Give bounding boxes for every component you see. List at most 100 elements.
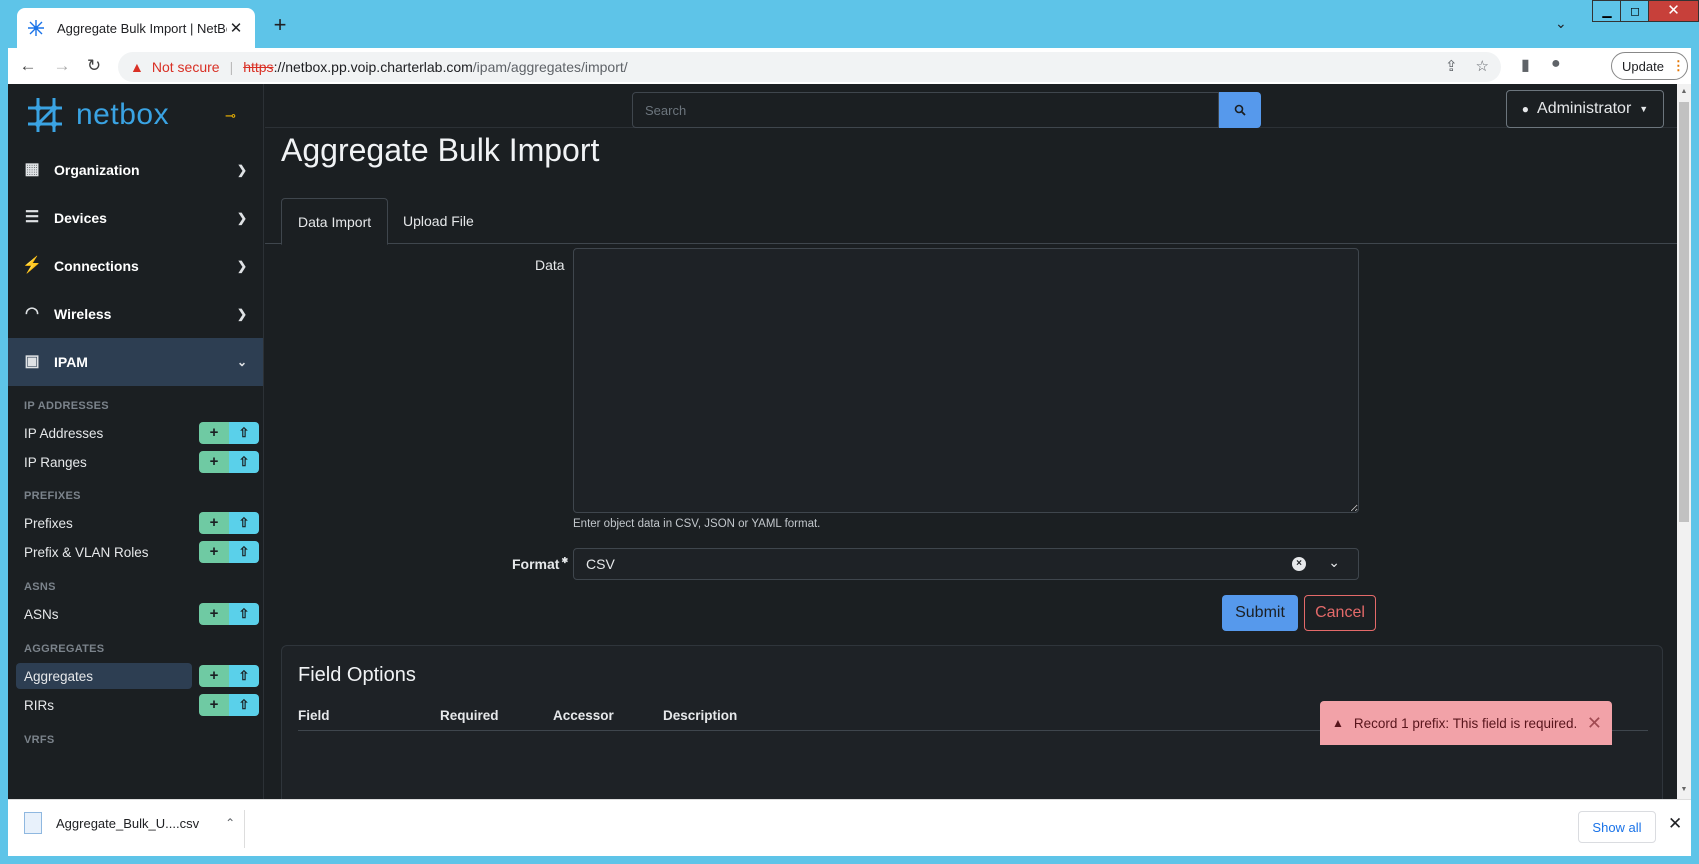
import-icon[interactable]: ⇧ — [229, 665, 259, 687]
user-label: Administrator — [1537, 100, 1632, 117]
import-tabs: Data Import Upload File — [265, 198, 1685, 245]
format-selected-value: CSV — [586, 556, 615, 572]
menu-label: Wireless — [54, 306, 112, 322]
search-input[interactable] — [632, 92, 1219, 128]
add-icon[interactable]: + — [199, 603, 229, 625]
netbox-page: netbox ⊸ ▦ Organization ❯ ☰ Devices ❯ ⚡ … — [8, 84, 1685, 799]
building-icon: ▦ — [24, 161, 40, 178]
share-icon[interactable]: ⇪ — [1445, 57, 1458, 75]
update-label: Update — [1622, 58, 1664, 74]
item-actions: + ⇧ — [199, 422, 259, 444]
ipam-icon: ▣ — [24, 353, 40, 370]
chevron-up-icon[interactable]: ⌃ — [225, 816, 235, 830]
import-icon[interactable]: ⇧ — [229, 541, 259, 563]
download-item[interactable]: Aggregate_Bulk_U....csv ⌃ — [24, 812, 235, 834]
side-panel-icon[interactable]: ▮ — [1521, 55, 1530, 75]
import-icon[interactable]: ⇧ — [229, 512, 259, 534]
chevron-down-icon[interactable]: ⌄ — [1328, 554, 1340, 571]
data-textarea[interactable] — [573, 248, 1359, 513]
sidebar: netbox ⊸ ▦ Organization ❯ ☰ Devices ❯ ⚡ … — [8, 84, 264, 799]
add-icon[interactable]: + — [199, 451, 229, 473]
search-button[interactable] — [1219, 92, 1261, 128]
item-actions: + ⇧ — [199, 451, 259, 473]
menu-ipam[interactable]: ▣ IPAM ⌄ — [8, 338, 263, 386]
browser-tab[interactable]: Aggregate Bulk Import | NetBox ✕ — [17, 8, 255, 48]
sidebar-item-asns[interactable]: ASNs — [16, 601, 192, 627]
security-label[interactable]: Not secure — [152, 59, 220, 75]
import-icon[interactable]: ⇧ — [229, 694, 259, 716]
import-icon[interactable]: ⇧ — [229, 422, 259, 444]
add-icon[interactable]: + — [199, 422, 229, 444]
forward-arrow-icon[interactable]: → — [50, 54, 74, 78]
toast-close-icon[interactable]: ✕ — [1587, 713, 1602, 734]
add-icon[interactable]: + — [199, 694, 229, 716]
column-header-accessor: Accessor — [553, 708, 614, 723]
chevron-right-icon: ❯ — [236, 259, 247, 273]
profile-avatar-icon[interactable]: ● — [1551, 55, 1561, 73]
sidebar-item-ip-addresses[interactable]: IP Addresses — [16, 420, 192, 446]
download-bar-close-icon[interactable]: ✕ — [1668, 814, 1682, 834]
sidebar-item-prefixes[interactable]: Prefixes — [16, 510, 192, 536]
show-all-button[interactable]: Show all — [1578, 811, 1656, 843]
cancel-button[interactable]: Cancel — [1304, 595, 1376, 631]
menu-connections[interactable]: ⚡ Connections ❯ — [8, 242, 263, 290]
data-help-text: Enter object data in CSV, JSON or YAML f… — [573, 518, 821, 530]
update-button[interactable]: Update ⋮ — [1611, 52, 1688, 80]
window-maximize-button[interactable]: ◻ — [1620, 0, 1650, 22]
top-navbar: ● Administrator ▼ — [265, 84, 1685, 128]
item-actions: + ⇧ — [199, 603, 259, 625]
download-filename: Aggregate_Bulk_U....csv — [56, 815, 200, 831]
data-label: Data — [535, 257, 565, 273]
add-icon[interactable]: + — [199, 665, 229, 687]
bookmark-star-icon[interactable]: ☆ — [1476, 57, 1489, 75]
item-actions: + ⇧ — [199, 694, 259, 716]
new-tab-button[interactable]: + — [268, 12, 292, 38]
pin-sidebar-icon[interactable]: ⊸ — [225, 108, 236, 124]
page-scrollbar[interactable]: ▲ ▼ — [1677, 84, 1691, 799]
menu-dots-icon: ⋮ — [1671, 58, 1685, 73]
sidebar-item-rirs[interactable]: RIRs — [16, 692, 192, 718]
sidebar-item-aggregates[interactable]: Aggregates — [16, 663, 192, 689]
menu-devices[interactable]: ☰ Devices ❯ — [8, 194, 263, 242]
url-path: /ipam/aggregates/import/ — [472, 59, 628, 75]
menu-label: Organization — [54, 162, 140, 178]
format-select[interactable]: CSV × ⌄ — [573, 548, 1359, 580]
import-icon[interactable]: ⇧ — [229, 603, 259, 625]
add-icon[interactable]: + — [199, 541, 229, 563]
item-actions: + ⇧ — [199, 541, 259, 563]
url-scheme: https — [243, 59, 274, 75]
warning-icon[interactable]: ▲ — [130, 59, 144, 75]
netbox-logo[interactable]: netbox — [24, 94, 169, 136]
submit-button[interactable]: Submit — [1222, 595, 1298, 631]
clear-selection-icon[interactable]: × — [1292, 557, 1306, 571]
chevron-down-icon: ⌄ — [236, 355, 247, 369]
import-icon[interactable]: ⇧ — [229, 451, 259, 473]
tab-search-chevron-icon[interactable]: ⌄ — [1555, 15, 1567, 32]
menu-organization[interactable]: ▦ Organization ❯ — [8, 146, 263, 194]
chevron-right-icon: ❯ — [236, 211, 247, 225]
search-icon — [1234, 104, 1246, 116]
tab-upload-file[interactable]: Upload File — [387, 198, 490, 244]
error-toast: ▲ Record 1 prefix: This field is require… — [1320, 701, 1612, 745]
file-icon — [24, 812, 42, 834]
add-icon[interactable]: + — [199, 512, 229, 534]
reload-icon[interactable]: ↻ — [82, 54, 106, 78]
item-actions: + ⇧ — [199, 665, 259, 687]
menu-wireless[interactable]: ◠ Wireless ❯ — [8, 290, 263, 338]
card-title: Field Options — [298, 664, 416, 686]
server-icon: ☰ — [24, 209, 40, 226]
scroll-up-arrow-icon[interactable]: ▲ — [1679, 88, 1689, 95]
section-heading: PREFIXES — [24, 490, 81, 502]
window-minimize-button[interactable]: ▁ — [1592, 0, 1622, 22]
scroll-thumb[interactable] — [1679, 102, 1689, 522]
sidebar-item-ip-ranges[interactable]: IP Ranges — [16, 449, 192, 475]
tab-close-icon[interactable]: ✕ — [227, 19, 245, 37]
scroll-down-arrow-icon[interactable]: ▼ — [1679, 786, 1689, 793]
user-menu-button[interactable]: ● Administrator ▼ — [1506, 90, 1664, 128]
back-arrow-icon[interactable]: ← — [16, 54, 40, 78]
tab-data-import[interactable]: Data Import — [281, 198, 389, 245]
sidebar-item-prefix-vlan-roles[interactable]: Prefix & VLAN Roles — [16, 539, 192, 565]
window-close-button[interactable]: ✕ — [1648, 0, 1699, 22]
address-bar[interactable]: ▲ Not secure | https://netbox.pp.voip.ch… — [118, 52, 1501, 82]
section-heading: IP ADDRESSES — [24, 400, 109, 412]
